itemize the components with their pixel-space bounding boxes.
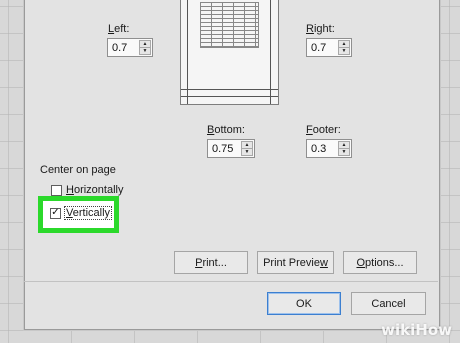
right-margin-arrows: ▲ ▼ [338, 40, 350, 55]
footer-margin-spinner[interactable]: 0.3 ▲ ▼ [306, 139, 352, 158]
footer-margin-value[interactable]: 0.3 [311, 143, 326, 155]
left-margin-arrows: ▲ ▼ [139, 40, 151, 55]
left-margin-spinner[interactable]: 0.7 ▲ ▼ [107, 38, 153, 57]
check-mark-icon: ✓ [51, 207, 60, 218]
horizontally-checkbox-row[interactable]: Horizontally [51, 184, 124, 196]
preview-left-margin-line [187, 0, 188, 104]
options-button[interactable]: Options... [343, 251, 417, 274]
vertically-label[interactable]: Vertically [64, 206, 113, 220]
center-on-page-heading: Center on page [40, 164, 116, 176]
spin-down-icon[interactable]: ▼ [139, 48, 151, 55]
footer-margin-arrows: ▲ ▼ [338, 141, 350, 156]
horizontally-checkbox[interactable] [51, 184, 62, 196]
footer-margin-label: Footer: [306, 124, 341, 136]
right-margin-spinner[interactable]: 0.7 ▲ ▼ [306, 38, 352, 57]
spin-up-icon[interactable]: ▲ [338, 141, 350, 149]
spin-up-icon[interactable]: ▲ [338, 40, 350, 48]
right-margin-value[interactable]: 0.7 [311, 42, 326, 54]
print-preview-button[interactable]: Print Previe w [257, 251, 334, 274]
bottom-margin-label: Bottom: [207, 124, 245, 136]
cancel-button[interactable]: Cancel [351, 292, 426, 315]
vertically-checkbox[interactable]: ✓ [50, 207, 61, 219]
bottom-margin-spinner[interactable]: 0.75 ▲ ▼ [207, 139, 255, 158]
ok-button[interactable]: OK [267, 292, 341, 315]
bottom-margin-arrows: ▲ ▼ [241, 141, 253, 156]
spin-up-icon[interactable]: ▲ [139, 40, 151, 48]
preview-right-margin-line [270, 0, 271, 104]
page-preview [180, 0, 279, 105]
preview-footer-margin-line [181, 96, 278, 97]
print-button[interactable]: Print... [174, 251, 248, 274]
spin-down-icon[interactable]: ▼ [338, 149, 350, 156]
wikihow-watermark: wikiHow [381, 321, 452, 339]
preview-bottom-margin-line [181, 89, 278, 90]
screenshot-stage: Left: 0.7 ▲ ▼ Right: 0.7 ▲ ▼ Bottom: 0.7… [0, 0, 460, 343]
bottom-margin-value[interactable]: 0.75 [212, 143, 233, 155]
left-margin-value[interactable]: 0.7 [112, 42, 127, 54]
spin-up-icon[interactable]: ▲ [241, 141, 253, 149]
button-separator [24, 281, 438, 282]
vertically-checkbox-row[interactable]: ✓ Vertically [50, 206, 113, 220]
horizontally-label[interactable]: Horizontally [65, 184, 124, 196]
spin-down-icon[interactable]: ▼ [338, 48, 350, 55]
right-margin-label: Right: [306, 23, 335, 35]
left-margin-label: Left: [108, 23, 130, 35]
spin-down-icon[interactable]: ▼ [241, 149, 253, 156]
preview-table [200, 2, 259, 48]
